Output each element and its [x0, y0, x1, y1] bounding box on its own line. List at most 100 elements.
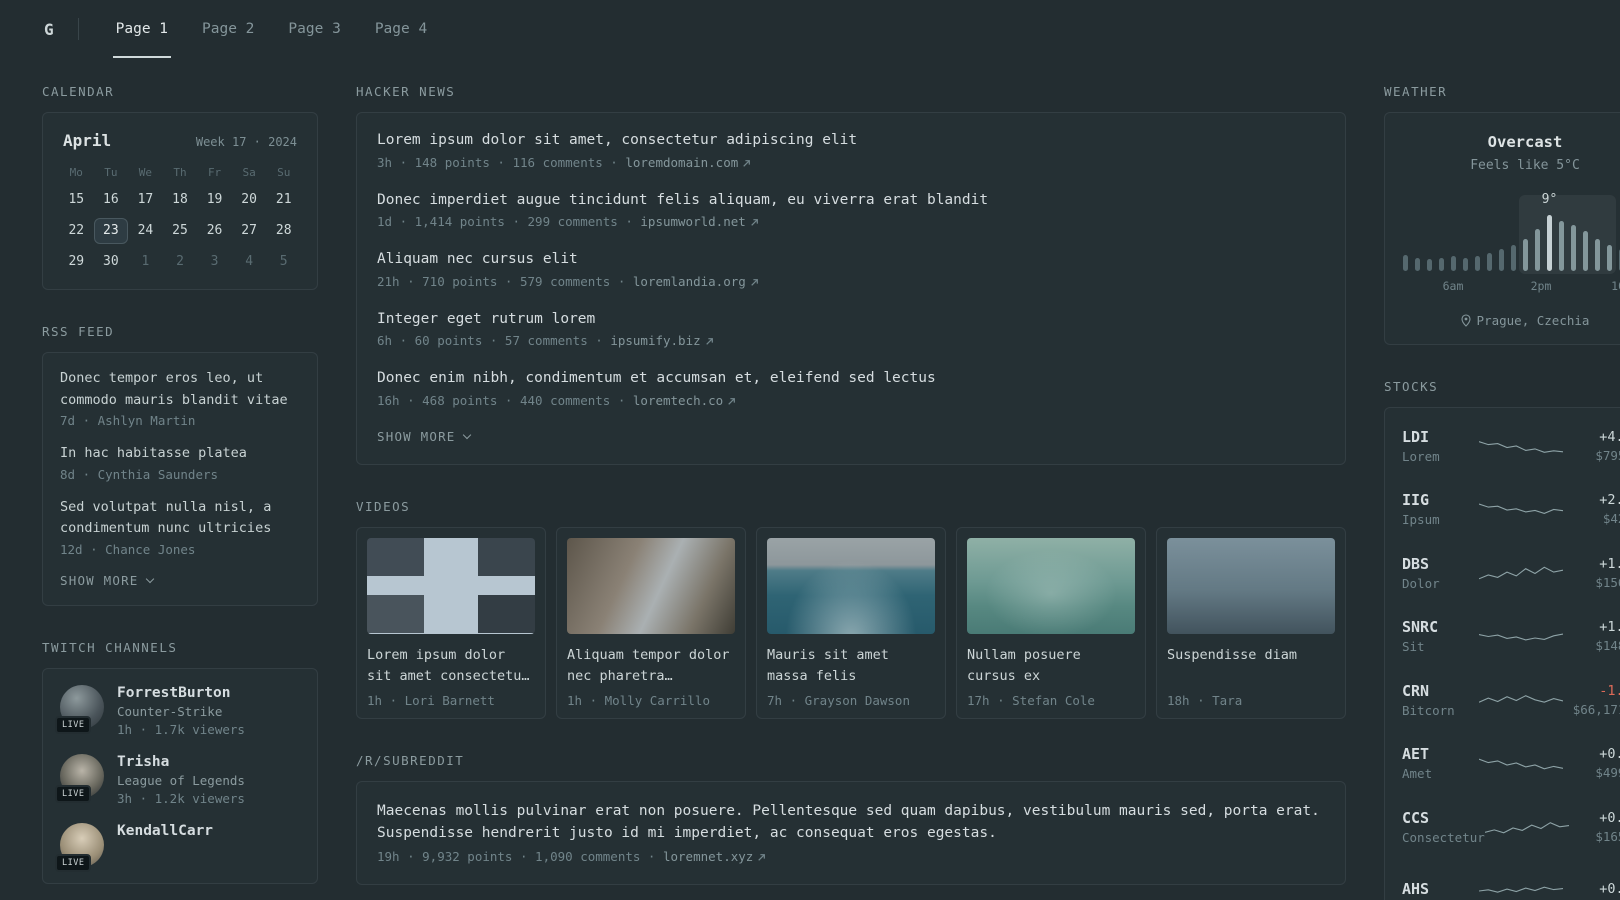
- hn-item-meta: 21h · 710 points · 579 comments · loreml…: [377, 274, 1325, 289]
- stock-row[interactable]: CCS Consectetur +0.51% $165.84: [1402, 795, 1620, 859]
- external-link-icon: [705, 338, 713, 346]
- rss-item[interactable]: Donec tempor eros leo, ut commodo mauris…: [60, 368, 300, 428]
- stock-row[interactable]: DBS Dolor +1.42% $156.28: [1402, 541, 1620, 605]
- hn-item-title[interactable]: Donec imperdiet augue tincidunt felis al…: [377, 191, 1325, 211]
- video-card[interactable]: Aliquam tempor dolor nec pharetra… 1h · …: [556, 526, 746, 719]
- weather-card: Overcast Feels like 5°C 9° 6am 2pm 10pm …: [1384, 112, 1620, 345]
- video-meta: 17h · Stefan Cole: [967, 692, 1095, 708]
- hackernews-card: Lorem ipsum dolor sit amet, consectetur …: [356, 112, 1346, 465]
- hn-item-domain-link[interactable]: ipsumify.biz: [610, 333, 700, 348]
- video-title[interactable]: Lorem ipsum dolor sit amet consectetu…: [367, 645, 535, 687]
- stock-row[interactable]: IIG Ipsum +2.84% $42.04: [1402, 478, 1620, 542]
- stock-sparkline: [1478, 440, 1563, 453]
- subreddit-card: Maecenas mollis pulvinar erat non posuer…: [356, 780, 1346, 885]
- hn-item-meta: 1d · 1,414 points · 299 comments · ipsum…: [377, 214, 1325, 229]
- section-title-subreddit: /R/SUBREDDIT: [356, 752, 465, 768]
- stock-row[interactable]: CRN Bitcorn -1.00% $66,171.48: [1402, 668, 1620, 732]
- twitch-channel[interactable]: LIVE ForrestBurton Counter-Strike 1h · 1…: [55, 684, 300, 737]
- rss-item-meta: 12d · Chance Jones: [60, 541, 196, 557]
- video-row: Lorem ipsum dolor sit amet consectetu… 1…: [356, 526, 1346, 719]
- section-title-calendar: CALENDAR: [42, 84, 115, 99]
- weekday-label: Sa: [242, 166, 256, 179]
- video-meta: 1h · Lori Barnett: [367, 692, 495, 708]
- calendar-day: 17: [137, 192, 154, 207]
- weather-time-axis: 6am 2pm 10pm: [1403, 279, 1620, 293]
- hn-item: Donec enim nibh, condimentum et accumsan…: [377, 369, 1325, 408]
- stock-price: $66,171.48: [1572, 701, 1620, 717]
- stock-change: +0.92%: [1599, 746, 1620, 763]
- channel-name[interactable]: KendallCarr: [117, 823, 213, 839]
- rss-item-title[interactable]: In hac habitasse platea: [60, 443, 300, 465]
- stock-change: +2.84%: [1599, 492, 1620, 509]
- weekday-label: We: [138, 166, 153, 179]
- app-logo[interactable]: G: [42, 0, 68, 58]
- stock-change: +0.46%: [1599, 880, 1620, 897]
- hn-item-domain-link[interactable]: loremdomain.com: [625, 155, 738, 170]
- stock-row[interactable]: SNRC Sit +1.36% $148.64: [1402, 605, 1620, 669]
- video-thumbnail[interactable]: [367, 537, 535, 634]
- twitch-channel[interactable]: LIVE Trisha League of Legends 3h · 1.2k …: [55, 753, 300, 806]
- video-thumbnail[interactable]: [967, 537, 1135, 634]
- hn-item-title[interactable]: Integer eget rutrum lorem: [377, 310, 1325, 330]
- hn-show-more-button[interactable]: SHOW MORE: [377, 429, 1325, 444]
- video-title[interactable]: Suspendisse diam: [1167, 645, 1335, 687]
- video-thumbnail[interactable]: [1167, 537, 1335, 634]
- video-title[interactable]: Aliquam tempor dolor nec pharetra…: [567, 645, 735, 687]
- calendar-day: 27: [241, 223, 257, 238]
- external-link-icon: [758, 853, 766, 861]
- calendar-weekday-row: Mo Tu We Th Fr Sa Su: [59, 166, 301, 179]
- calendar-day-next-month: 3: [210, 254, 219, 269]
- rss-show-more-button[interactable]: SHOW MORE: [60, 573, 300, 588]
- hn-item-domain-link[interactable]: ipsumworld.net: [640, 214, 745, 229]
- video-card[interactable]: Lorem ipsum dolor sit amet consectetu… 1…: [356, 526, 546, 719]
- topbar: G Page 1 Page 2 Page 3 Page 4: [0, 0, 1620, 58]
- tab-page-1[interactable]: Page 1: [99, 0, 185, 58]
- stock-row[interactable]: AET Amet +0.92% $499.72: [1402, 732, 1620, 796]
- tab-page-4[interactable]: Page 4: [358, 0, 444, 58]
- hn-item-domain-link[interactable]: loremtech.co: [633, 393, 723, 408]
- video-thumbnail[interactable]: [767, 537, 935, 634]
- stock-name: Bitcorn: [1402, 702, 1455, 718]
- rss-item[interactable]: In hac habitasse platea 8d · Cynthia Sau…: [60, 443, 300, 482]
- video-thumbnail[interactable]: [567, 537, 735, 634]
- hn-item-title[interactable]: Donec enim nibh, condimentum et accumsan…: [377, 369, 1325, 389]
- rss-item-title[interactable]: Donec tempor eros leo, ut commodo mauris…: [60, 368, 300, 411]
- weekday-label: Th: [173, 166, 187, 179]
- subreddit-widget: /R/SUBREDDIT Maecenas mollis pulvinar er…: [356, 753, 1346, 885]
- video-card[interactable]: Mauris sit amet massa felis 7h · Grayson…: [756, 526, 946, 719]
- subreddit-post-title[interactable]: Maecenas mollis pulvinar erat non posuer…: [377, 800, 1325, 845]
- tab-page-2[interactable]: Page 2: [185, 0, 271, 58]
- weather-location: Prague, Czechia: [1403, 313, 1620, 328]
- left-column: CALENDAR April Week 17 · 2024 Mo Tu We T…: [42, 84, 318, 900]
- rss-item[interactable]: Sed volutpat nulla nisl, a condimentum n…: [60, 497, 300, 557]
- video-card[interactable]: Suspendisse diam 18h · Tara: [1156, 526, 1346, 719]
- video-card[interactable]: Nullam posuere cursus ex 17h · Stefan Co…: [956, 526, 1146, 719]
- video-title[interactable]: Nullam posuere cursus ex: [967, 645, 1135, 687]
- twitch-channel[interactable]: LIVE KendallCarr: [55, 822, 300, 872]
- rss-item-title[interactable]: Sed volutpat nulla nisl, a condimentum n…: [60, 497, 300, 540]
- weather-bar-chart: 9°: [1403, 192, 1620, 274]
- hn-item-title[interactable]: Lorem ipsum dolor sit amet, consectetur …: [377, 131, 1325, 151]
- hn-item-title[interactable]: Aliquam nec cursus elit: [377, 250, 1325, 270]
- calendar-day-next-month: 5: [279, 254, 288, 269]
- time-label: 2pm: [1530, 279, 1552, 293]
- subreddit-domain-link[interactable]: loremnet.xyz: [663, 849, 753, 864]
- hn-item-domain-link[interactable]: loremlandia.org: [633, 274, 746, 289]
- weekday-label: Fr: [207, 166, 222, 179]
- section-title-stocks: STOCKS: [1384, 379, 1439, 394]
- time-label: 10pm: [1611, 279, 1620, 293]
- live-badge: LIVE: [55, 784, 92, 803]
- hn-item: Aliquam nec cursus elit 21h · 710 points…: [377, 250, 1325, 289]
- channel-name[interactable]: ForrestBurton: [117, 685, 245, 701]
- stock-change: +4.35%: [1599, 428, 1620, 445]
- tab-page-3[interactable]: Page 3: [271, 0, 357, 58]
- stock-row[interactable]: LDI Lorem +4.35% $795.18: [1402, 414, 1620, 478]
- video-title[interactable]: Mauris sit amet massa felis: [767, 645, 935, 687]
- channel-name[interactable]: Trisha: [117, 754, 245, 770]
- hn-meta-text: 6h · 60 points · 57 comments ·: [377, 333, 603, 349]
- stock-row[interactable]: AHS +0.46%: [1402, 859, 1620, 900]
- live-badge: LIVE: [55, 853, 92, 872]
- external-link-icon: [743, 159, 751, 167]
- time-label: 6am: [1442, 279, 1464, 293]
- rss-item-meta: 8d · Cynthia Saunders: [60, 466, 219, 482]
